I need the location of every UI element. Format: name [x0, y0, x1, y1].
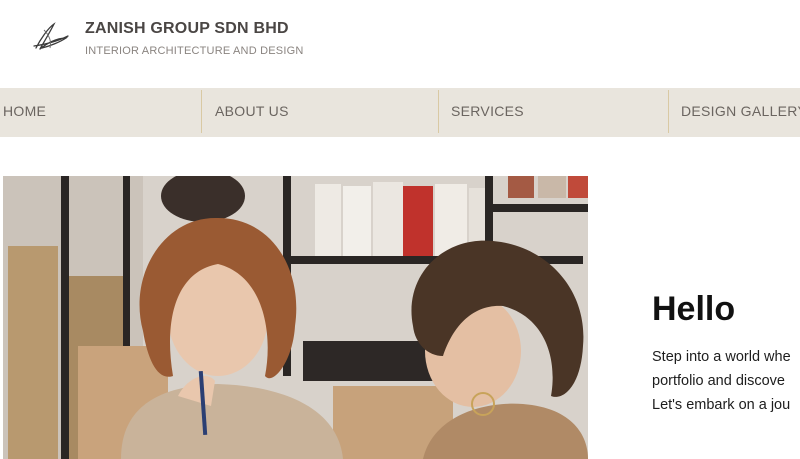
intro-text-clip: Step into a world whe portfolio and disc… [640, 280, 800, 459]
nav-item-home[interactable]: HOME [3, 88, 46, 137]
intro-line-1: Step into a world whe [652, 349, 791, 365]
nav-separator [438, 90, 439, 133]
nav-separator [668, 90, 669, 133]
brand-title[interactable]: ZANISH GROUP SDN BHD [85, 20, 289, 38]
intro-line-3: Let's embark on a jou [652, 397, 791, 413]
intro-line-2: portfolio and discove [652, 373, 785, 389]
brand-logo-icon[interactable] [30, 18, 72, 56]
main-navigation: HOME ABOUT US SERVICES DESIGN GALLERY [0, 88, 800, 137]
nav-item-design-gallery[interactable]: DESIGN GALLERY [681, 88, 800, 137]
brand-subtitle: INTERIOR ARCHITECTURE AND DESIGN [85, 45, 304, 57]
nav-separator [201, 90, 202, 133]
nav-item-about-us[interactable]: ABOUT US [215, 88, 289, 137]
nav-item-services[interactable]: SERVICES [451, 88, 524, 137]
site-header: ZANISH GROUP SDN BHD INTERIOR ARCHITECTU… [0, 0, 800, 88]
hero-image [3, 176, 588, 459]
